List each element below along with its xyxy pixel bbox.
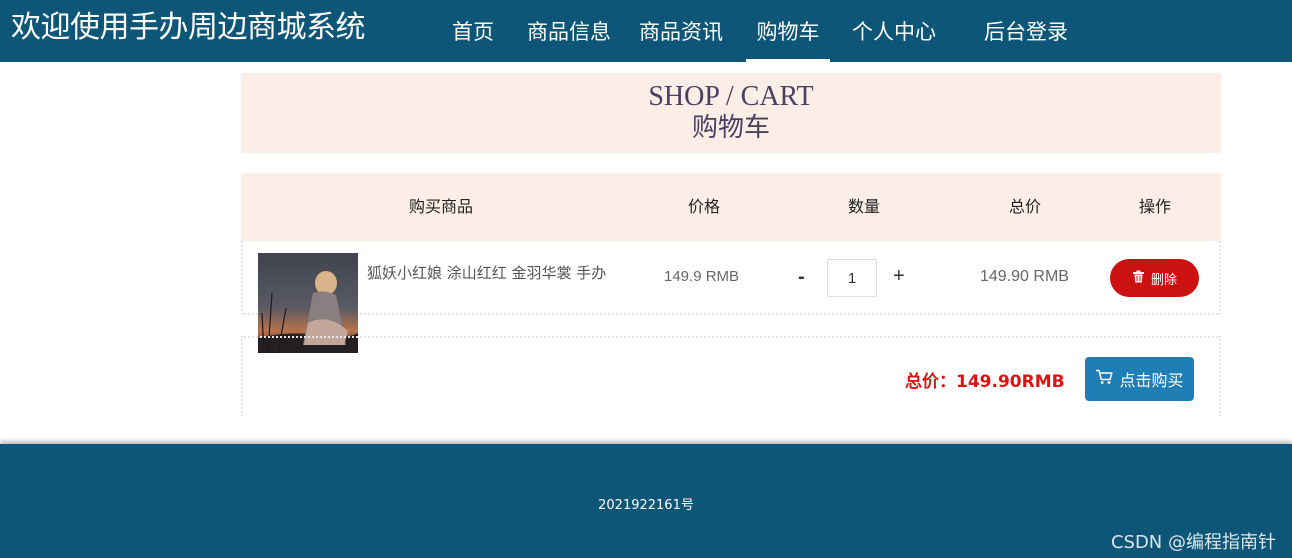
csdn-watermark: CSDN @编程指南针 <box>1110 532 1276 553</box>
header-action: 操作 <box>1138 197 1171 216</box>
top-navbar: 欢迎使用手办周边商城系统 首页 商品信息 商品资讯 购物车 个人中心 后台登录 <box>0 0 1292 62</box>
main-nav: 首页 商品信息 商品资讯 购物车 个人中心 后台登录 <box>430 0 1094 62</box>
header-price: 价格 <box>687 197 720 216</box>
footer-text: 2021922161号 <box>598 498 694 513</box>
nav-cart[interactable]: 购物车 <box>746 0 830 62</box>
checkout-label: 点击购买 <box>1119 371 1184 390</box>
nav-home[interactable]: 首页 <box>430 0 516 62</box>
header-total: 总价 <box>1008 197 1041 216</box>
product-name[interactable]: 狐妖小红娘 涂山红红 金羽华裳 手办 <box>367 262 606 283</box>
delete-label: 删除 <box>1150 272 1177 288</box>
line-total: 149.90 RMB <box>980 268 1069 285</box>
banner-title-en: SHOP / CART <box>648 81 814 112</box>
cart-summary <box>241 336 1221 416</box>
header-quantity: 数量 <box>847 197 880 216</box>
cart-table-header: 购买商品 价格 数量 总价 操作 <box>241 173 1221 241</box>
nav-admin-login[interactable]: 后台登录 <box>958 0 1094 62</box>
trash-icon <box>1132 270 1145 287</box>
banner-title-zh: 购物车 <box>691 113 770 143</box>
product-price: 149.9 RMB <box>664 268 740 285</box>
quantity-decrease-button[interactable]: - <box>798 266 805 289</box>
header-product: 购买商品 <box>408 197 473 216</box>
cart-total: 总价：149.90RMB <box>905 372 1065 392</box>
site-title: 欢迎使用手办周边商城系统 <box>11 10 366 45</box>
nav-profile[interactable]: 个人中心 <box>830 0 958 62</box>
page-footer: 2021922161号 CSDN @编程指南针 <box>0 444 1292 558</box>
nav-news[interactable]: 商品资讯 <box>622 0 740 62</box>
nav-products[interactable]: 商品信息 <box>516 0 622 62</box>
cart-icon <box>1095 369 1114 389</box>
delete-button[interactable]: 删除 <box>1110 259 1199 297</box>
checkout-button[interactable]: 点击购买 <box>1085 357 1194 401</box>
cart-banner: SHOP / CART 购物车 <box>241 73 1221 153</box>
quantity-input[interactable] <box>827 259 877 297</box>
quantity-increase-button[interactable]: + <box>893 265 905 288</box>
